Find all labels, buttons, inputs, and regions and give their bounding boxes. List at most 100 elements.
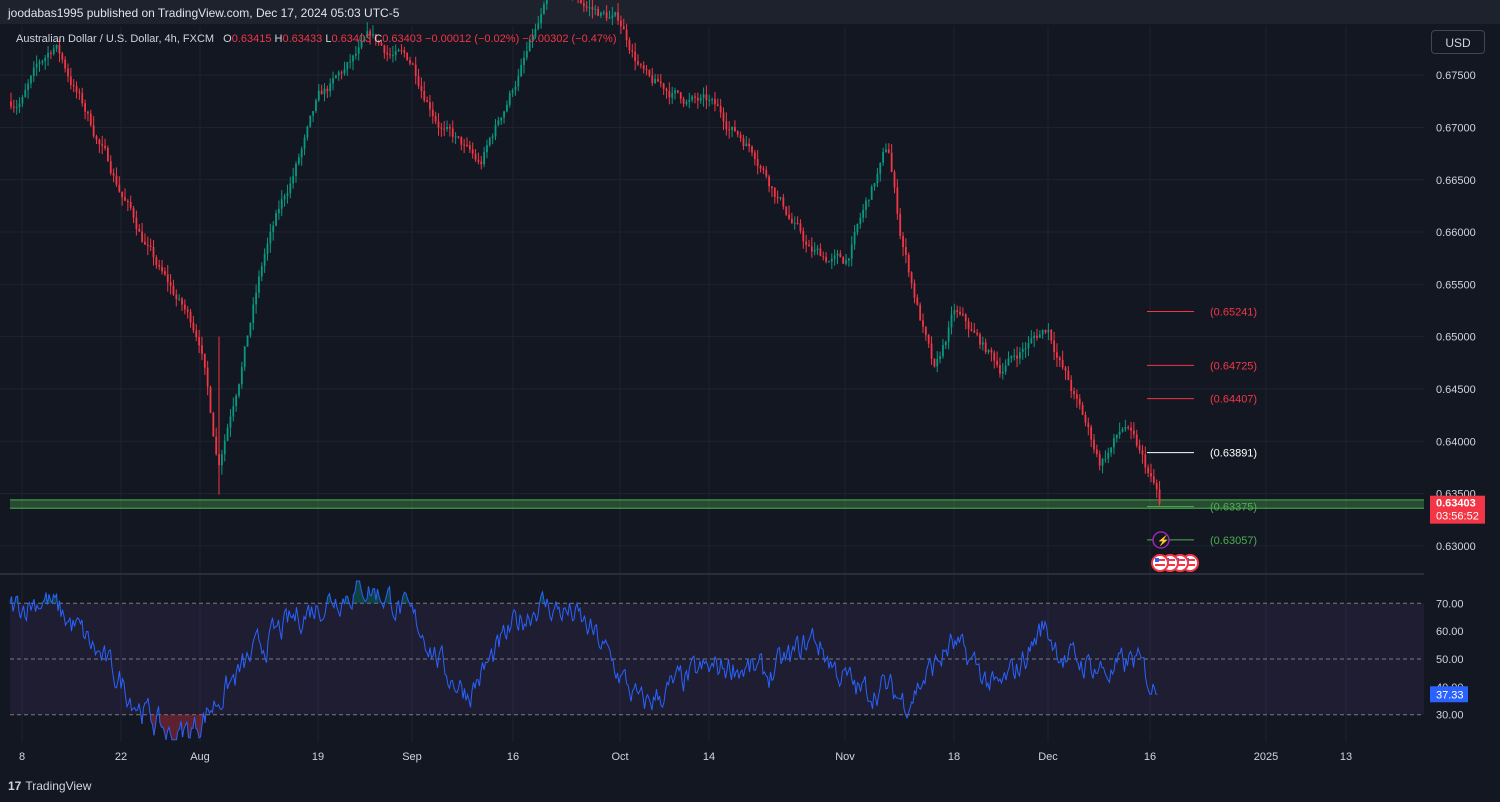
candle bbox=[426, 96, 428, 103]
candle-body bbox=[406, 52, 409, 61]
candle-body bbox=[286, 193, 289, 197]
candle-body bbox=[810, 246, 813, 252]
candle-body bbox=[942, 345, 944, 357]
candle bbox=[899, 208, 902, 240]
candle-body bbox=[1027, 343, 1030, 349]
candle-body bbox=[263, 253, 266, 267]
candle bbox=[440, 122, 443, 137]
candle-body bbox=[289, 183, 292, 194]
candle-body bbox=[246, 335, 249, 347]
candle-body bbox=[178, 298, 181, 300]
candle bbox=[813, 242, 816, 256]
candle-body bbox=[349, 61, 352, 63]
candle bbox=[503, 110, 505, 124]
currency-button[interactable]: USD bbox=[1431, 30, 1485, 54]
candle bbox=[146, 236, 149, 256]
candle-body bbox=[759, 166, 762, 169]
candle bbox=[782, 193, 785, 210]
candle-body bbox=[403, 50, 406, 53]
time-tick-label: Dec bbox=[1038, 751, 1058, 763]
candle bbox=[223, 434, 226, 462]
candle bbox=[35, 55, 38, 77]
candle-body bbox=[332, 78, 334, 84]
candle-body bbox=[323, 88, 326, 95]
candle-body bbox=[1115, 434, 1118, 439]
candle bbox=[206, 360, 209, 396]
candle bbox=[192, 315, 195, 334]
candle-body bbox=[651, 75, 654, 83]
candle bbox=[183, 299, 186, 315]
candle-body bbox=[1021, 348, 1024, 353]
candle-body bbox=[181, 298, 183, 305]
candle-body bbox=[440, 127, 443, 129]
candle-body bbox=[950, 314, 953, 328]
candle bbox=[1058, 355, 1061, 368]
candle-body bbox=[460, 136, 463, 145]
candle bbox=[209, 385, 212, 414]
candle-body bbox=[773, 188, 776, 197]
candle-body bbox=[813, 249, 816, 252]
candle-body bbox=[765, 169, 768, 177]
candle bbox=[714, 91, 716, 112]
candle-body bbox=[112, 173, 115, 176]
candle bbox=[303, 134, 306, 156]
candle-body bbox=[1121, 429, 1124, 432]
legend-symbol: Australian Dollar / U.S. Dollar, 4h, FXC… bbox=[16, 33, 215, 45]
candle bbox=[739, 131, 742, 143]
candle-body bbox=[614, 12, 617, 16]
candle-body bbox=[939, 356, 941, 360]
candle bbox=[682, 96, 685, 108]
candle-body bbox=[648, 70, 651, 76]
candle-body bbox=[654, 78, 656, 83]
candle-body bbox=[1073, 391, 1075, 395]
candle-body bbox=[1041, 329, 1044, 335]
candle-body bbox=[383, 45, 386, 53]
candle-body bbox=[1078, 398, 1081, 405]
candle-body bbox=[64, 59, 67, 69]
time-tick-label: Nov bbox=[835, 751, 855, 763]
candle bbox=[876, 167, 879, 188]
candle-body bbox=[1155, 482, 1158, 490]
candle bbox=[836, 249, 839, 265]
candle-body bbox=[497, 120, 500, 126]
candle bbox=[725, 112, 728, 136]
candle bbox=[126, 199, 129, 212]
candle-body bbox=[121, 191, 124, 198]
candle bbox=[260, 262, 263, 282]
candle bbox=[30, 74, 32, 89]
legend-close: 0.63403 bbox=[382, 33, 422, 45]
candle bbox=[913, 279, 916, 304]
candle-body bbox=[802, 231, 805, 242]
candle-body bbox=[394, 51, 397, 56]
candle bbox=[939, 351, 941, 364]
us-flag-icon bbox=[1151, 554, 1169, 572]
candle-body bbox=[226, 427, 229, 441]
price-tick-label: 0.66000 bbox=[1436, 227, 1476, 239]
price-tick-label: 0.64500 bbox=[1436, 384, 1476, 396]
candle bbox=[64, 56, 67, 73]
candle bbox=[748, 138, 751, 153]
candle-body bbox=[468, 145, 471, 150]
candle-body bbox=[317, 90, 320, 101]
candle bbox=[229, 408, 232, 437]
candle bbox=[597, 6, 599, 17]
candle bbox=[1124, 419, 1127, 432]
candle-body bbox=[118, 184, 121, 192]
candle-body bbox=[1010, 355, 1013, 359]
candle bbox=[451, 120, 454, 143]
candle bbox=[320, 84, 323, 95]
price-chart[interactable]: (0.65241) (0.64725) (0.64407) (0.63891) (0.6… bbox=[0, 0, 1500, 770]
candle-body bbox=[728, 129, 731, 131]
candle-body bbox=[768, 176, 770, 187]
candle bbox=[1076, 389, 1078, 408]
candle-body bbox=[1107, 452, 1110, 459]
candle bbox=[944, 340, 947, 350]
candle-body bbox=[625, 29, 628, 41]
candle-body bbox=[135, 217, 138, 229]
candle-body bbox=[776, 196, 779, 199]
candle bbox=[155, 255, 158, 269]
candle-body bbox=[386, 52, 389, 55]
candle-body bbox=[30, 75, 32, 84]
candle-body bbox=[72, 85, 75, 87]
time-tick-label: Oct bbox=[611, 751, 628, 763]
